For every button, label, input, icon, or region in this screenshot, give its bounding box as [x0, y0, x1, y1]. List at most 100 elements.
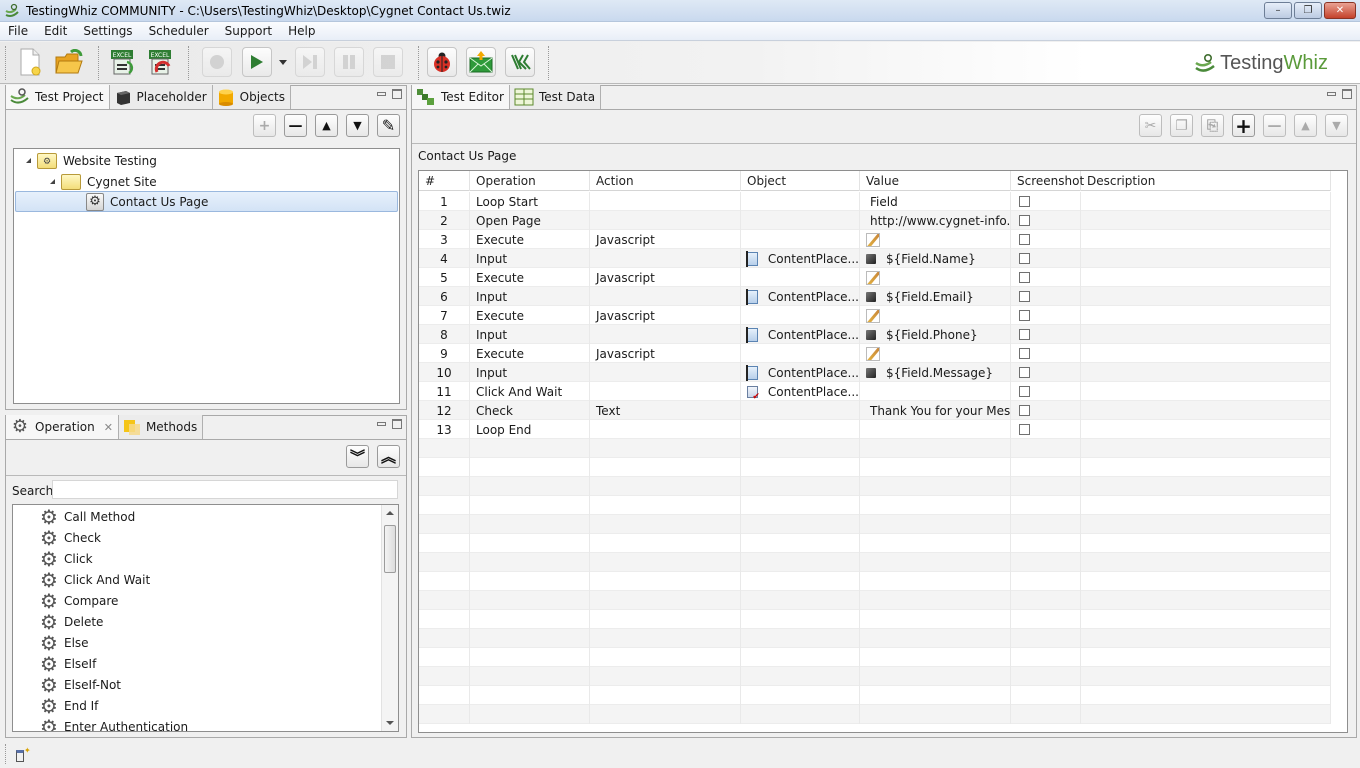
cell-action[interactable] — [590, 249, 741, 268]
cell-description[interactable] — [1081, 325, 1331, 344]
screenshot-checkbox[interactable] — [1019, 329, 1030, 340]
list-item[interactable]: ⚙ ElseIf-Not — [39, 674, 121, 695]
run-button[interactable] — [242, 47, 272, 77]
column-header-action[interactable]: Action — [590, 171, 741, 191]
cell-operation[interactable]: Input — [470, 363, 590, 382]
operation-list-scrollbar[interactable] — [381, 505, 398, 731]
cell-value[interactable]: ${Field.Message} — [860, 363, 1011, 382]
move-down-button[interactable]: ▼ — [346, 114, 369, 137]
cell-action[interactable] — [590, 382, 741, 401]
cell-num[interactable]: 12 — [419, 401, 470, 420]
tree-node-website-testing[interactable]: ⚙ Website Testing — [26, 150, 157, 171]
cell-screenshot[interactable] — [1011, 610, 1081, 629]
cell-operation[interactable]: Execute — [470, 344, 590, 363]
tab-methods[interactable]: Methods — [118, 415, 204, 439]
column-header-screenshot[interactable]: Screenshot — [1011, 171, 1084, 191]
list-item[interactable]: ⚙ Check — [39, 527, 101, 548]
tree-node-cygnet-site[interactable]: Cygnet Site — [50, 171, 157, 192]
cell-description[interactable] — [1081, 477, 1331, 496]
cell-description[interactable] — [1081, 192, 1331, 211]
cell-action[interactable] — [590, 477, 741, 496]
cell-description[interactable] — [1081, 667, 1331, 686]
cell-value[interactable] — [860, 534, 1011, 553]
screenshot-checkbox[interactable] — [1019, 367, 1030, 378]
cell-object[interactable] — [741, 705, 860, 724]
cell-screenshot[interactable] — [1011, 192, 1081, 211]
cell-operation[interactable]: Execute — [470, 230, 590, 249]
close-button[interactable]: ✕ — [1324, 2, 1356, 19]
cell-description[interactable] — [1081, 610, 1331, 629]
pause-button[interactable] — [334, 47, 364, 77]
cell-object[interactable] — [741, 553, 860, 572]
cell-description[interactable] — [1081, 287, 1331, 306]
tab-objects[interactable]: Objects — [212, 85, 291, 109]
cell-num[interactable]: 4 — [419, 249, 470, 268]
cell-operation[interactable]: Execute — [470, 306, 590, 325]
scrollbar-thumb[interactable] — [384, 525, 396, 573]
cell-num[interactable] — [419, 648, 470, 667]
cell-object[interactable] — [741, 420, 860, 439]
cell-object[interactable] — [741, 211, 860, 230]
cell-value[interactable] — [860, 591, 1011, 610]
cell-operation[interactable] — [470, 610, 590, 629]
cell-operation[interactable] — [470, 591, 590, 610]
cell-action[interactable] — [590, 192, 741, 211]
cell-object[interactable] — [741, 667, 860, 686]
cell-num[interactable]: 10 — [419, 363, 470, 382]
email-button[interactable] — [466, 47, 496, 77]
table-row[interactable]: 1 Loop Start Field — [419, 192, 1331, 211]
column-header-number[interactable]: # — [419, 171, 470, 191]
cell-value[interactable] — [860, 515, 1011, 534]
cell-object[interactable] — [741, 610, 860, 629]
cell-value[interactable] — [860, 344, 1011, 363]
restore-button[interactable]: ❐ — [1294, 2, 1322, 19]
list-item[interactable]: ⚙ Enter Authentication — [39, 716, 188, 732]
cell-operation[interactable]: Click And Wait — [470, 382, 590, 401]
cell-num[interactable] — [419, 705, 470, 724]
table-row[interactable]: 11 Click And Wait ContentPlace... — [419, 382, 1331, 401]
cell-operation[interactable]: Input — [470, 287, 590, 306]
step-button[interactable] — [295, 47, 325, 77]
table-row[interactable]: 13 Loop End — [419, 420, 1331, 439]
cell-object[interactable] — [741, 439, 860, 458]
list-item[interactable]: ⚙ End If — [39, 695, 98, 716]
cell-action[interactable] — [590, 667, 741, 686]
cell-value[interactable]: Thank You for your Mes... — [860, 401, 1011, 420]
cell-description[interactable] — [1081, 382, 1331, 401]
cell-screenshot[interactable] — [1011, 534, 1081, 553]
cell-description[interactable] — [1081, 629, 1331, 648]
list-item[interactable]: ⚙ Click — [39, 548, 93, 569]
maximize-panel-button[interactable] — [392, 89, 402, 99]
cell-description[interactable] — [1081, 572, 1331, 591]
cell-value[interactable]: ${Field.Phone} — [860, 325, 1011, 344]
cell-value[interactable] — [860, 667, 1011, 686]
tab-test-data[interactable]: Test Data — [509, 85, 602, 109]
cell-object[interactable] — [741, 192, 860, 211]
cell-num[interactable] — [419, 553, 470, 572]
column-header-value[interactable]: Value — [860, 171, 1011, 191]
cell-description[interactable] — [1081, 420, 1331, 439]
cell-action[interactable] — [590, 648, 741, 667]
list-item[interactable]: ⚙ Delete — [39, 611, 103, 632]
edit-script-pencil-icon[interactable] — [866, 308, 880, 323]
tab-operation[interactable]: ⚙ Operation ✕ — [6, 415, 119, 439]
list-item[interactable]: ⚙ ElseIf — [39, 653, 96, 674]
table-row[interactable]: 4 Input ContentPlace... ${Field.Name} — [419, 249, 1331, 268]
minimize-button[interactable]: – — [1264, 2, 1292, 19]
cell-object[interactable]: ContentPlace... — [741, 287, 860, 306]
cell-action[interactable] — [590, 629, 741, 648]
cell-action[interactable] — [590, 420, 741, 439]
column-header-description[interactable]: Description — [1081, 171, 1331, 191]
expand-all-button[interactable]: ︾ — [346, 445, 369, 468]
cell-value[interactable] — [860, 610, 1011, 629]
column-header-object[interactable]: Object — [741, 171, 860, 191]
cell-screenshot[interactable] — [1011, 572, 1081, 591]
cell-screenshot[interactable] — [1011, 705, 1081, 724]
cell-action[interactable] — [590, 363, 741, 382]
minimize-panel-button[interactable] — [377, 422, 386, 426]
cell-operation[interactable]: Open Page — [470, 211, 590, 230]
menu-settings[interactable]: Settings — [75, 24, 140, 38]
cell-screenshot[interactable] — [1011, 648, 1081, 667]
cell-operation[interactable]: Input — [470, 249, 590, 268]
cell-description[interactable] — [1081, 591, 1331, 610]
